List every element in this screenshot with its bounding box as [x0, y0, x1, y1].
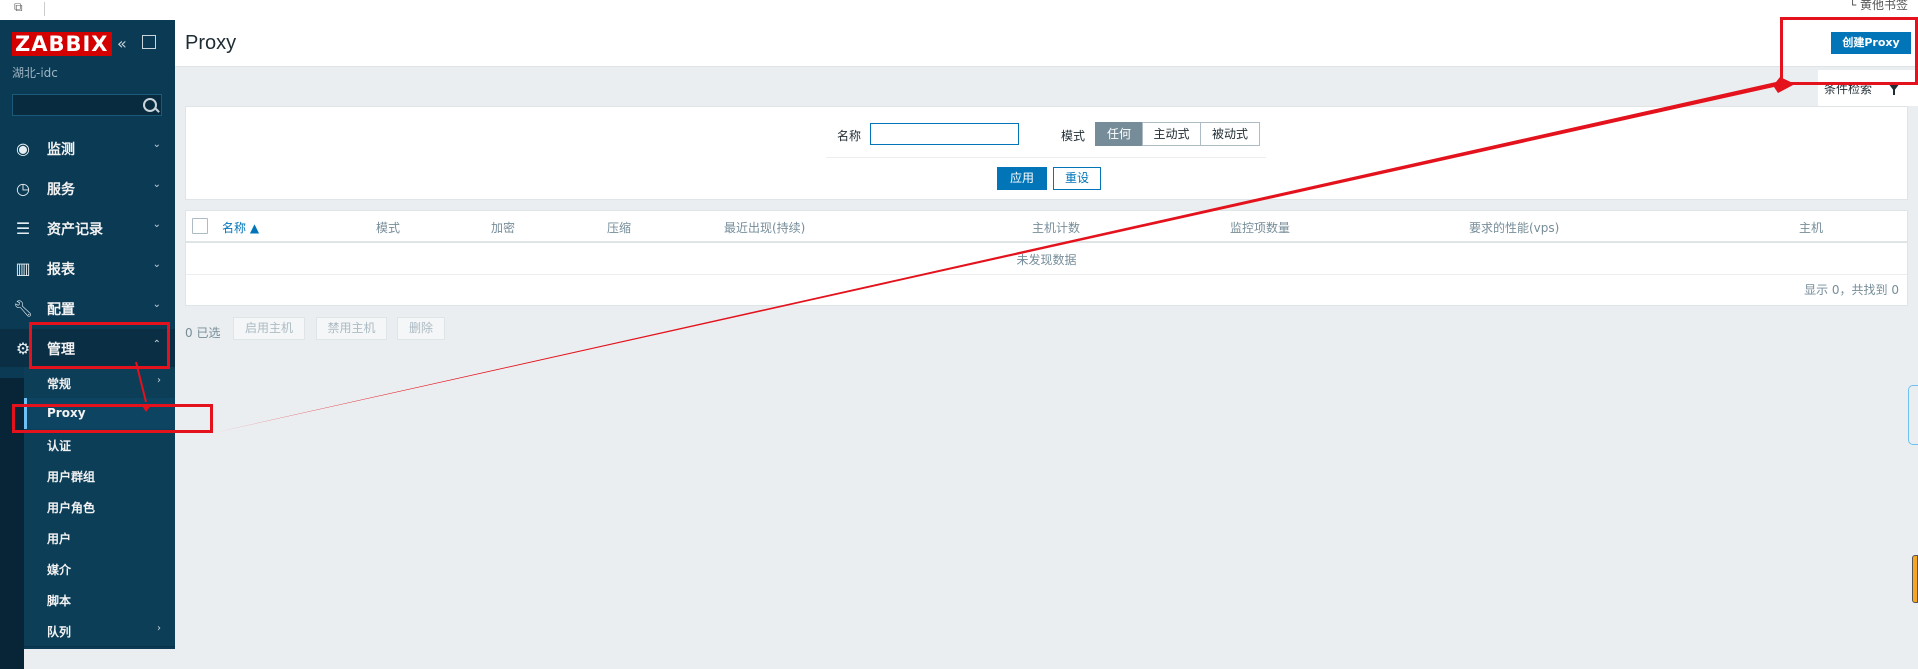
annotation-arrows	[135, 77, 1795, 433]
annotation-arrow-head	[141, 404, 152, 412]
annotation-arrow-short	[135, 361, 147, 403]
annotation-arrow-long	[213, 77, 1795, 433]
